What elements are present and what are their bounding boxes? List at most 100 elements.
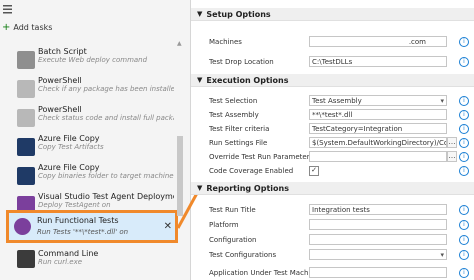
task-desc: Copy Test Artifacts [38, 143, 104, 151]
test-configurations-row: Test Configurations i [191, 249, 474, 262]
sidebar-scrollbar[interactable]: ▲ [177, 40, 184, 270]
field-label: Override Test Run Parameters [209, 153, 314, 161]
info-icon[interactable]: i [459, 268, 469, 278]
override-params-field[interactable] [309, 151, 447, 162]
override-params-row: Override Test Run Parameters … i [191, 151, 474, 164]
field-label: Run Settings File [209, 139, 268, 147]
plus-icon: + [2, 22, 11, 33]
close-icon[interactable]: ✕ [164, 221, 172, 232]
test-assembly-row: Test Assembly **\*test*.dll i [191, 109, 474, 122]
functional-tests-icon [14, 218, 31, 235]
task-list: Batch Script Execute Web deploy command … [0, 44, 174, 218]
task-name: Visual Studio Test Agent Deployment [38, 192, 174, 201]
task-desc: Deploy TestAgent on [38, 201, 111, 209]
field-label: Test Assembly [209, 111, 259, 119]
info-icon[interactable]: i [459, 124, 469, 134]
chevron-down-icon: ▼ [197, 10, 203, 18]
info-icon[interactable]: i [459, 152, 469, 162]
task-list-pane: + Add tasks Batch Script Execute Web dep… [0, 0, 191, 280]
task-settings-pane: ▼ Setup Options Machines .com i Test Dro… [191, 0, 474, 280]
configuration-row: Configuration i [191, 234, 474, 247]
field-label: Application Under Test Machines [209, 269, 323, 277]
task-desc: Run Tests '**\*test*.dll' on [37, 228, 129, 236]
command-line-icon [17, 250, 35, 268]
task-name: Azure File Copy [38, 134, 100, 143]
task-name: PowerShell [38, 76, 82, 85]
info-icon[interactable]: i [459, 110, 469, 120]
info-icon[interactable]: i [459, 235, 469, 245]
test-configurations-dropdown[interactable] [309, 249, 447, 260]
machines-field[interactable]: .com [309, 36, 447, 47]
app-under-test-row: Application Under Test Machines i [191, 267, 474, 280]
test-selection-row: Test Selection Test Assembly i [191, 95, 474, 108]
info-icon[interactable]: i [459, 250, 469, 260]
sidebar-topbar [0, 0, 190, 18]
drop-location-row: Test Drop Location C:\TestDLLs i [191, 56, 474, 69]
run-settings-field[interactable]: $(System.DefaultWorkingDirectory)/Contin… [309, 137, 447, 148]
test-run-title-field[interactable]: Integration tests [309, 204, 447, 215]
code-coverage-row: Code Coverage Enabled ✓ i [191, 165, 474, 178]
task-item-batch-script[interactable]: Batch Script Execute Web deploy command [0, 47, 174, 73]
task-desc: Check if any package has been installed [38, 85, 174, 93]
add-tasks-label: Add tasks [13, 23, 53, 32]
task-desc: Check status code and install full packa… [38, 114, 174, 122]
section-title: Execution Options [206, 75, 289, 85]
app-under-test-field[interactable] [309, 267, 447, 278]
azure-file-copy-icon [17, 167, 35, 185]
info-icon[interactable]: i [459, 166, 469, 176]
task-item-azure-file-copy[interactable]: Azure File Copy Copy binaries folder to … [0, 163, 174, 189]
code-coverage-checkbox[interactable]: ✓ [309, 166, 319, 176]
test-filter-field[interactable]: TestCategory=Integration [309, 123, 447, 134]
reporting-options-header[interactable]: ▼ Reporting Options [191, 182, 474, 195]
info-icon[interactable]: i [459, 96, 469, 106]
info-icon[interactable]: i [459, 205, 469, 215]
task-name: PowerShell [38, 105, 82, 114]
platform-row: Platform i [191, 219, 474, 232]
task-name: Run Functional Tests [37, 216, 119, 225]
section-title: Setup Options [206, 9, 271, 19]
machines-row: Machines .com i [191, 36, 474, 49]
platform-field[interactable] [309, 219, 447, 230]
field-label: Test Filter criteria [209, 125, 270, 133]
run-settings-row: Run Settings File $(System.DefaultWorkin… [191, 137, 474, 150]
chevron-down-icon: ▼ [197, 184, 203, 192]
task-item-azure-file-copy[interactable]: Azure File Copy Copy Test Artifacts [0, 134, 174, 160]
task-item-command-line[interactable]: Command Line Run curl.exe [0, 246, 190, 272]
browse-button[interactable]: … [447, 137, 457, 148]
section-title: Reporting Options [206, 183, 289, 193]
field-label: Machines [209, 38, 242, 46]
info-icon[interactable]: i [459, 138, 469, 148]
setup-options-header[interactable]: ▼ Setup Options [191, 8, 474, 21]
task-name: Command Line [38, 249, 99, 258]
browse-button[interactable]: … [447, 151, 457, 162]
machines-value: .com [408, 38, 426, 46]
execution-options-header[interactable]: ▼ Execution Options [191, 74, 474, 87]
hamburger-icon[interactable] [2, 0, 14, 18]
info-icon[interactable]: i [459, 220, 469, 230]
field-label: Test Selection [209, 97, 258, 105]
task-item-powershell[interactable]: PowerShell Check status code and install… [0, 105, 174, 131]
task-name: Azure File Copy [38, 163, 100, 172]
powershell-icon [17, 109, 35, 127]
task-name: Batch Script [38, 47, 87, 56]
info-icon[interactable]: i [459, 57, 469, 67]
test-assembly-field[interactable]: **\*test*.dll [309, 109, 447, 120]
test-filter-row: Test Filter criteria TestCategory=Integr… [191, 123, 474, 136]
task-item-powershell[interactable]: PowerShell Check if any package has been… [0, 76, 174, 102]
batch-script-icon [17, 51, 35, 69]
field-label: Test Run Title [209, 206, 256, 214]
azure-file-copy-icon [17, 138, 35, 156]
drop-location-field[interactable]: C:\TestDLLs [309, 56, 447, 67]
info-icon[interactable]: i [459, 37, 469, 47]
scroll-up-icon[interactable]: ▲ [177, 40, 182, 47]
task-item-run-functional-tests[interactable]: Run Functional Tests Run Tests '**\*test… [6, 210, 178, 243]
configuration-field[interactable] [309, 234, 447, 245]
test-selection-dropdown[interactable]: Test Assembly [309, 95, 447, 106]
powershell-icon [17, 80, 35, 98]
task-desc: Copy binaries folder to target machine [38, 172, 174, 180]
task-desc: Run curl.exe [38, 258, 83, 266]
field-label: Test Drop Location [209, 58, 274, 66]
task-desc: Execute Web deploy command [38, 56, 148, 64]
add-tasks-button[interactable]: + Add tasks [0, 18, 190, 37]
field-label: Platform [209, 221, 239, 229]
